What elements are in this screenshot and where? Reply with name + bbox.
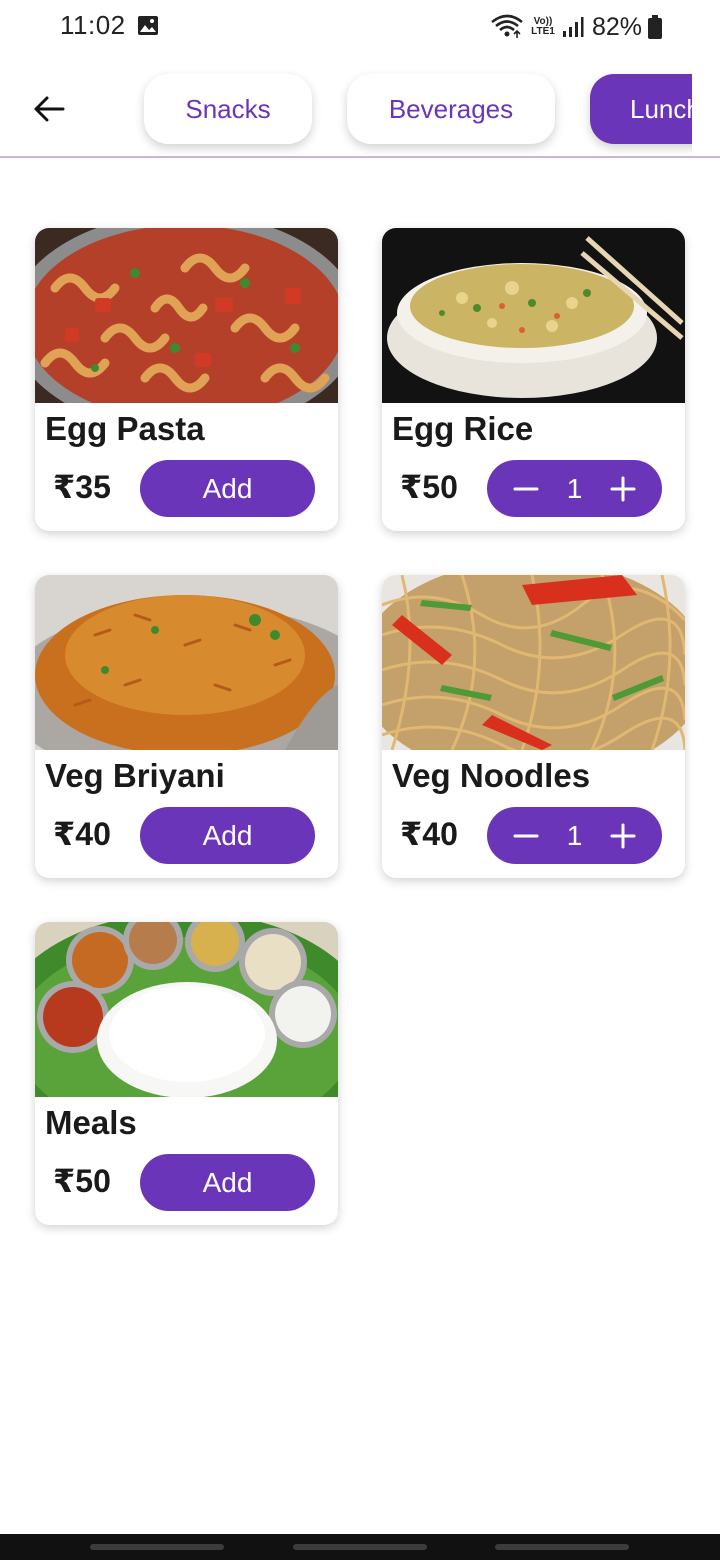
food-card-egg-rice[interactable]: Egg Rice ₹50 1 (382, 228, 685, 531)
screen: 11:02 Vo)) LTE1 82% Snacks Beverages Lun… (0, 0, 720, 1560)
item-name: Meals (45, 1104, 137, 1141)
minus-icon (513, 834, 539, 837)
increment-button[interactable] (606, 819, 640, 853)
food-card-veg-noodles[interactable]: Veg Noodles ₹40 1 (382, 575, 685, 878)
veg-noodles-image (382, 575, 685, 750)
nav-handle[interactable] (90, 1544, 224, 1550)
nav-handle[interactable] (293, 1544, 427, 1550)
status-right: Vo)) LTE1 82% (490, 10, 662, 44)
egg-pasta-image (35, 228, 338, 403)
quantity-stepper[interactable]: 1 (487, 460, 662, 517)
decrement-button[interactable] (509, 472, 543, 506)
battery-icon (648, 15, 662, 39)
item-price: ₹50 (400, 469, 458, 505)
tab-snacks[interactable]: Snacks (144, 74, 312, 144)
item-name: Egg Pasta (45, 410, 205, 447)
item-price: ₹40 (53, 816, 111, 852)
tab-beverages[interactable]: Beverages (347, 74, 555, 144)
veg-briyani-image (35, 575, 338, 750)
item-name: Egg Rice (392, 410, 534, 447)
plus-icon (610, 823, 636, 848)
signal-icon (562, 17, 584, 37)
egg-rice-image (382, 228, 685, 403)
meals-image (35, 922, 338, 1097)
add-button[interactable]: Add (140, 807, 315, 864)
arrow-left-icon (34, 96, 65, 122)
battery-percent: 82% (591, 12, 642, 41)
food-card-egg-pasta[interactable]: Egg Pasta ₹35 Add (35, 228, 338, 531)
food-card-meals[interactable]: Meals ₹50 Add (35, 922, 338, 1225)
increment-button[interactable] (606, 472, 640, 506)
quantity-value: 1 (566, 472, 583, 504)
decrement-button[interactable] (509, 819, 543, 853)
nav-handle[interactable] (495, 1544, 629, 1550)
status-bar: 11:02 Vo)) LTE1 82% (0, 0, 720, 56)
back-button[interactable] (28, 88, 70, 130)
category-tabs[interactable]: Snacks Beverages Lunch (132, 60, 692, 156)
food-card-veg-briyani[interactable]: Veg Briyani ₹40 Add (35, 575, 338, 878)
wifi-icon (491, 14, 523, 38)
item-price: ₹50 (53, 1163, 111, 1199)
item-price: ₹35 (53, 469, 111, 505)
status-time: 11:02 (60, 10, 126, 40)
item-price: ₹40 (400, 816, 458, 852)
network-type: Vo)) LTE1 (531, 16, 555, 37)
top-bar: Snacks Beverages Lunch (0, 60, 720, 158)
item-name: Veg Noodles (392, 757, 591, 794)
system-nav-strip (0, 1534, 720, 1560)
quantity-stepper[interactable]: 1 (487, 807, 662, 864)
quantity-value: 1 (566, 819, 583, 851)
add-button[interactable]: Add (140, 1154, 315, 1211)
item-name: Veg Briyani (45, 757, 225, 794)
minus-icon (513, 487, 539, 490)
tab-lunch[interactable]: Lunch (590, 74, 692, 144)
gallery-icon (138, 16, 158, 35)
plus-icon (610, 476, 636, 501)
add-button[interactable]: Add (140, 460, 315, 517)
